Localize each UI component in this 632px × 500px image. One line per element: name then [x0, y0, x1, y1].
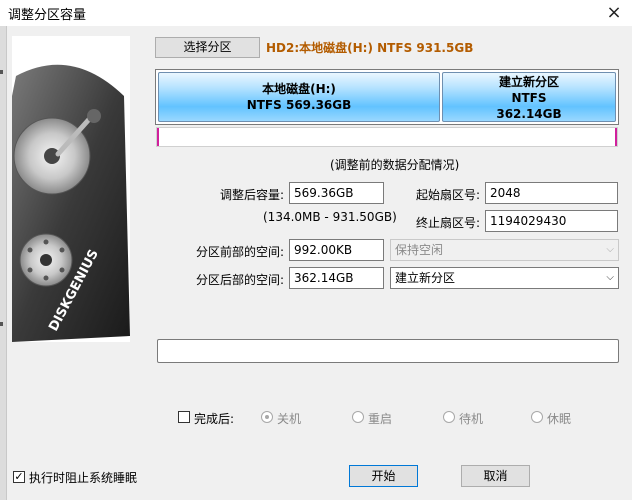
space-after-label: 分区后部的空间: [195, 273, 284, 287]
radio-shutdown[interactable] [261, 411, 273, 423]
space-before-select-value: 保持空闲 [395, 243, 444, 257]
start-sector-label: 起始扇区号: [415, 188, 480, 202]
space-after-select-value: 建立新分区 [395, 271, 456, 285]
after-done-label: 完成后: [194, 412, 235, 426]
space-before-select[interactable]: 保持空闲 ⌵ [390, 239, 619, 261]
caption: (调整前的数据分配情况) [330, 158, 460, 172]
partition-segment-new[interactable]: 建立新分区 NTFS 362.14GB [442, 72, 616, 122]
after-done-checkbox[interactable] [178, 411, 190, 423]
space-before-input[interactable]: 992.00KB [289, 239, 384, 261]
end-sector-input[interactable]: 1194029430 [485, 210, 618, 232]
radio-restart[interactable] [352, 411, 364, 423]
progress-bar [157, 339, 619, 363]
end-sector-label: 终止扇区号: [415, 216, 480, 230]
space-after-input[interactable]: 362.14GB [289, 267, 384, 289]
title-bar [0, 0, 632, 26]
size-after-label: 调整后容量: [219, 188, 284, 202]
radio-restart-label: 重启 [368, 412, 393, 426]
background-window-edge [0, 26, 7, 500]
partition-name: 建立新分区 [498, 75, 559, 89]
window-title: 调整分区容量 [8, 8, 87, 23]
space-after-select[interactable]: 建立新分区 ⌵ [390, 267, 619, 289]
partition-segment-h[interactable]: 本地磁盘(H:) NTFS 569.36GB [158, 72, 440, 122]
size-after-input[interactable]: 569.36GB [289, 182, 384, 204]
hard-disk-artwork: DISKGENIUS [12, 36, 130, 342]
select-partition-button[interactable]: 选择分区 [155, 37, 260, 58]
chevron-down-icon: ⌵ [606, 272, 614, 283]
radio-shutdown-label: 关机 [277, 412, 302, 426]
partition-name: 本地磁盘(H:) [262, 82, 336, 96]
partition-map: 本地磁盘(H:) NTFS 569.36GB 建立新分区 NTFS 362.14… [155, 69, 619, 125]
radio-standby[interactable] [443, 411, 455, 423]
disk-info: HD2:本地磁盘(H:) NTFS 931.5GB [266, 41, 474, 55]
partition-fs: NTFS [246, 98, 282, 112]
hard-disk-icon: DISKGENIUS [12, 36, 130, 342]
start-marker [157, 128, 159, 146]
prevent-sleep-label: 执行时阻止系统睡眠 [29, 471, 138, 485]
adjust-preview-strip[interactable] [156, 127, 618, 147]
start-button[interactable]: 开始 [349, 465, 418, 487]
partition-size: 362.14GB [496, 107, 562, 121]
space-before-label: 分区前部的空间: [195, 245, 284, 259]
cancel-button[interactable]: 取消 [461, 465, 530, 487]
partition-size: 569.36GB [285, 98, 352, 112]
radio-hibernate[interactable] [531, 411, 543, 423]
radio-hibernate-label: 休眠 [547, 412, 572, 426]
chevron-down-icon: ⌵ [606, 244, 614, 255]
close-icon[interactable]: × [602, 1, 626, 25]
end-marker [615, 128, 617, 146]
prevent-sleep-checkbox[interactable]: ✓ [13, 471, 25, 483]
start-sector-input[interactable]: 2048 [485, 182, 618, 204]
size-range: (134.0MB - 931.50GB) [263, 210, 397, 224]
partition-fs: NTFS [511, 91, 547, 105]
radio-standby-label: 待机 [459, 412, 484, 426]
